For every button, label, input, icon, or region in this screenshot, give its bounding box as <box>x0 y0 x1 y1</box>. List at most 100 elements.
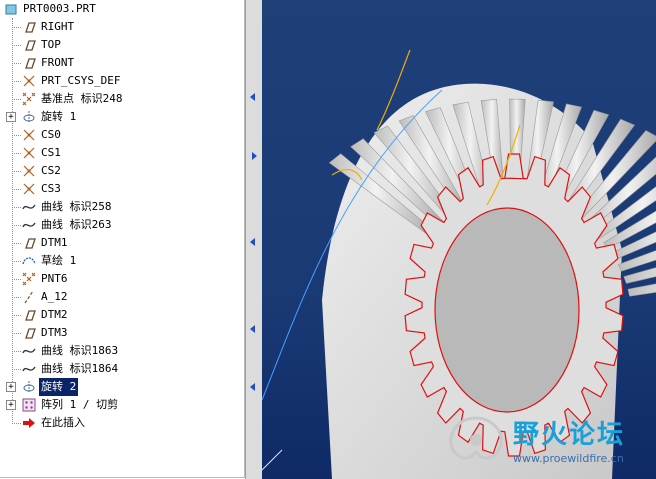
tree-branch-line <box>12 333 21 334</box>
tree-node[interactable]: TOP <box>0 36 244 54</box>
model-tree[interactable]: PRT0003.PRT RIGHT TOP FRONT PRT_CSYS_DEF 基准点 … <box>0 0 245 478</box>
tree-node[interactable]: PNT6 <box>0 270 244 288</box>
tree-node[interactable]: A_12 <box>0 288 244 306</box>
tree-branch-line <box>12 171 21 172</box>
tree-node[interactable]: 曲线 标识258 <box>0 198 244 216</box>
tree-node-label: 旋转 1 <box>41 110 77 123</box>
graphics-window[interactable] <box>262 0 656 479</box>
datum-plane-icon <box>22 308 36 322</box>
panel-splitter[interactable] <box>245 0 263 479</box>
expand-toggle-icon[interactable]: + <box>6 112 16 122</box>
tree-node[interactable]: RIGHT <box>0 18 244 36</box>
tree-node-label: PRT0003.PRT <box>23 2 96 15</box>
tree-node[interactable]: DTM3 <box>0 324 244 342</box>
tree-node[interactable]: CS3 <box>0 180 244 198</box>
tree-branch-line <box>12 135 21 136</box>
datum-plane-icon <box>22 236 36 250</box>
tree-node-label: CS2 <box>41 164 61 177</box>
tree-node[interactable]: 草绘 1 <box>0 252 244 270</box>
tree-node-label: 在此插入 <box>41 416 85 429</box>
collapse-left-arrow-icon[interactable] <box>250 238 255 246</box>
datum-plane-icon <box>22 56 36 70</box>
watermark-url: www.proewildfire.cn <box>513 452 624 465</box>
tree-branch-line <box>12 315 21 316</box>
datum-plane-icon <box>22 326 36 340</box>
curve-icon <box>22 218 36 232</box>
tree-node[interactable]: PRT_CSYS_DEF <box>0 72 244 90</box>
tree-branch-line <box>12 63 21 64</box>
datum-plane-icon <box>22 38 36 52</box>
revolve-icon <box>22 110 36 124</box>
part-icon <box>4 2 18 16</box>
tree-node-label: DTM2 <box>41 308 68 321</box>
tree-node-label: CS0 <box>41 128 61 141</box>
tree-branch-line <box>12 279 21 280</box>
insert-here-arrow-icon <box>22 416 36 430</box>
gear-bore <box>434 207 580 413</box>
tree-branch-line <box>12 243 21 244</box>
tree-branch-line <box>12 81 21 82</box>
csys-icon <box>22 74 36 88</box>
watermark-title: 野火论坛 <box>513 420 626 450</box>
tree-node[interactable]: 在此插入 <box>0 414 244 432</box>
tree-node-label: DTM1 <box>41 236 68 249</box>
tree-node[interactable]: + 旋转 2 <box>0 378 244 396</box>
tree-node-label: FRONT <box>41 56 75 69</box>
tree-node-label: 曲线 标识1864 <box>41 362 119 375</box>
tree-node[interactable]: CS0 <box>0 126 244 144</box>
tree-node-label: PNT6 <box>41 272 68 285</box>
gear-model <box>262 49 656 479</box>
csys-icon <box>22 182 36 196</box>
tree-branch-line <box>12 369 21 370</box>
tree-branch-line <box>12 189 21 190</box>
tree-node-label: 曲线 标识263 <box>41 218 112 231</box>
tree-branch-line <box>12 45 21 46</box>
tree-node-label: DTM3 <box>41 326 68 339</box>
tree-node[interactable]: + 阵列 1 / 切剪 <box>0 396 244 414</box>
csys-icon <box>22 164 36 178</box>
tree-branch-line <box>12 297 21 298</box>
tree-branch-line <box>12 207 21 208</box>
tree-node[interactable]: 基准点 标识248 <box>0 90 244 108</box>
tree-node-label: CS3 <box>41 182 61 195</box>
tree-node-label: 草绘 1 <box>41 254 77 267</box>
tree-node[interactable]: DTM2 <box>0 306 244 324</box>
forum-watermark: 野火论坛 www.proewildfire.cn <box>445 410 650 470</box>
tree-node[interactable]: 曲线 标识1863 <box>0 342 244 360</box>
sketch-icon <box>22 254 36 268</box>
tree-branch-line <box>12 423 21 424</box>
collapse-left-arrow-icon[interactable] <box>250 325 255 333</box>
expand-right-arrow-icon[interactable] <box>252 152 257 160</box>
tree-node[interactable]: + 旋转 1 <box>0 108 244 126</box>
csys-icon <box>22 128 36 142</box>
collapse-left-arrow-icon[interactable] <box>250 383 255 391</box>
tree-node-label: 曲线 标识1863 <box>41 344 119 357</box>
tree-branch-line <box>12 261 21 262</box>
tree-branch-line <box>12 225 21 226</box>
tree-node[interactable]: DTM1 <box>0 234 244 252</box>
pattern-icon <box>22 398 36 412</box>
expand-toggle-icon[interactable]: + <box>6 400 16 410</box>
tree-root-node[interactable]: PRT0003.PRT <box>0 0 244 18</box>
tree-node-label: 基准点 标识248 <box>41 92 123 105</box>
collapse-left-arrow-icon[interactable] <box>250 93 255 101</box>
tree-branch-line <box>12 99 21 100</box>
datum-point-icon <box>22 92 36 106</box>
tree-node[interactable]: FRONT <box>0 54 244 72</box>
expand-toggle-icon[interactable]: + <box>6 382 16 392</box>
tree-node[interactable]: CS1 <box>0 144 244 162</box>
axis-line <box>262 449 283 471</box>
tree-node[interactable]: 曲线 标识263 <box>0 216 244 234</box>
tree-branch-line <box>12 27 21 28</box>
curve-icon <box>22 200 36 214</box>
tree-node-label: RIGHT <box>41 20 75 33</box>
tree-node[interactable]: 曲线 标识1864 <box>0 360 244 378</box>
axis-icon <box>22 290 36 304</box>
tree-node-label: 旋转 2 <box>39 378 79 396</box>
curve-icon <box>22 344 36 358</box>
tree-node-label: CS1 <box>41 146 61 159</box>
tree-node-label: 曲线 标识258 <box>41 200 112 213</box>
tree-node-label: TOP <box>41 38 61 51</box>
tree-node[interactable]: CS2 <box>0 162 244 180</box>
tree-branch-line <box>12 153 21 154</box>
